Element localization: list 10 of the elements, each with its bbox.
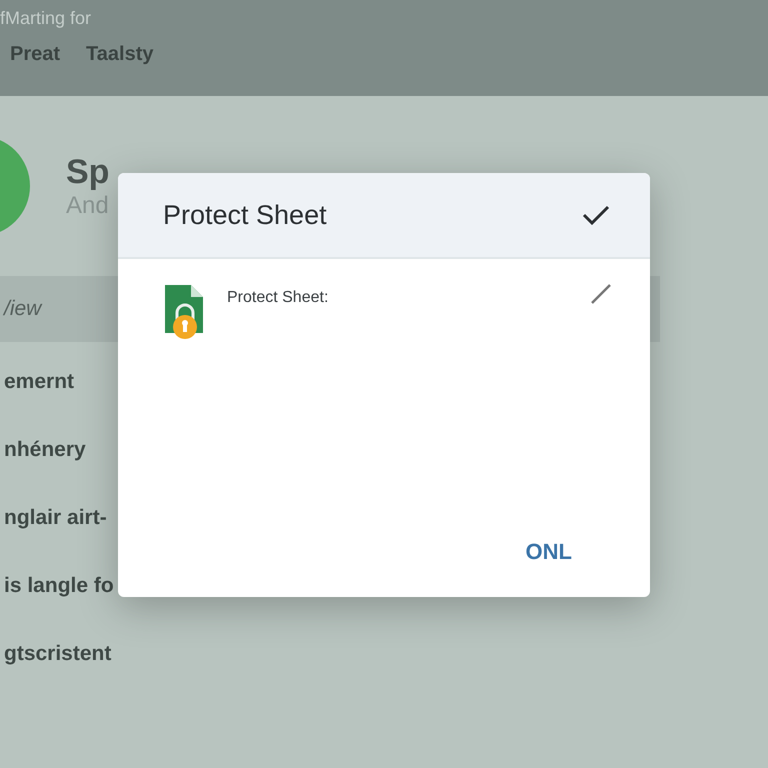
row-label: Protect Sheet: <box>227 289 330 307</box>
page-title: Sp <box>66 152 110 192</box>
app-caption: fMarting for <box>0 8 92 29</box>
pencil-line-icon[interactable] <box>590 283 612 305</box>
menu-item[interactable]: Taalsty <box>86 43 154 66</box>
sidebar-item[interactable]: gtscristent <box>0 620 768 688</box>
dialog-title: Protect Sheet <box>163 200 327 230</box>
menu-item[interactable]: Preat <box>10 43 60 66</box>
dialog-button[interactable]: ONL <box>514 531 612 573</box>
checkmark-icon[interactable] <box>582 204 610 226</box>
